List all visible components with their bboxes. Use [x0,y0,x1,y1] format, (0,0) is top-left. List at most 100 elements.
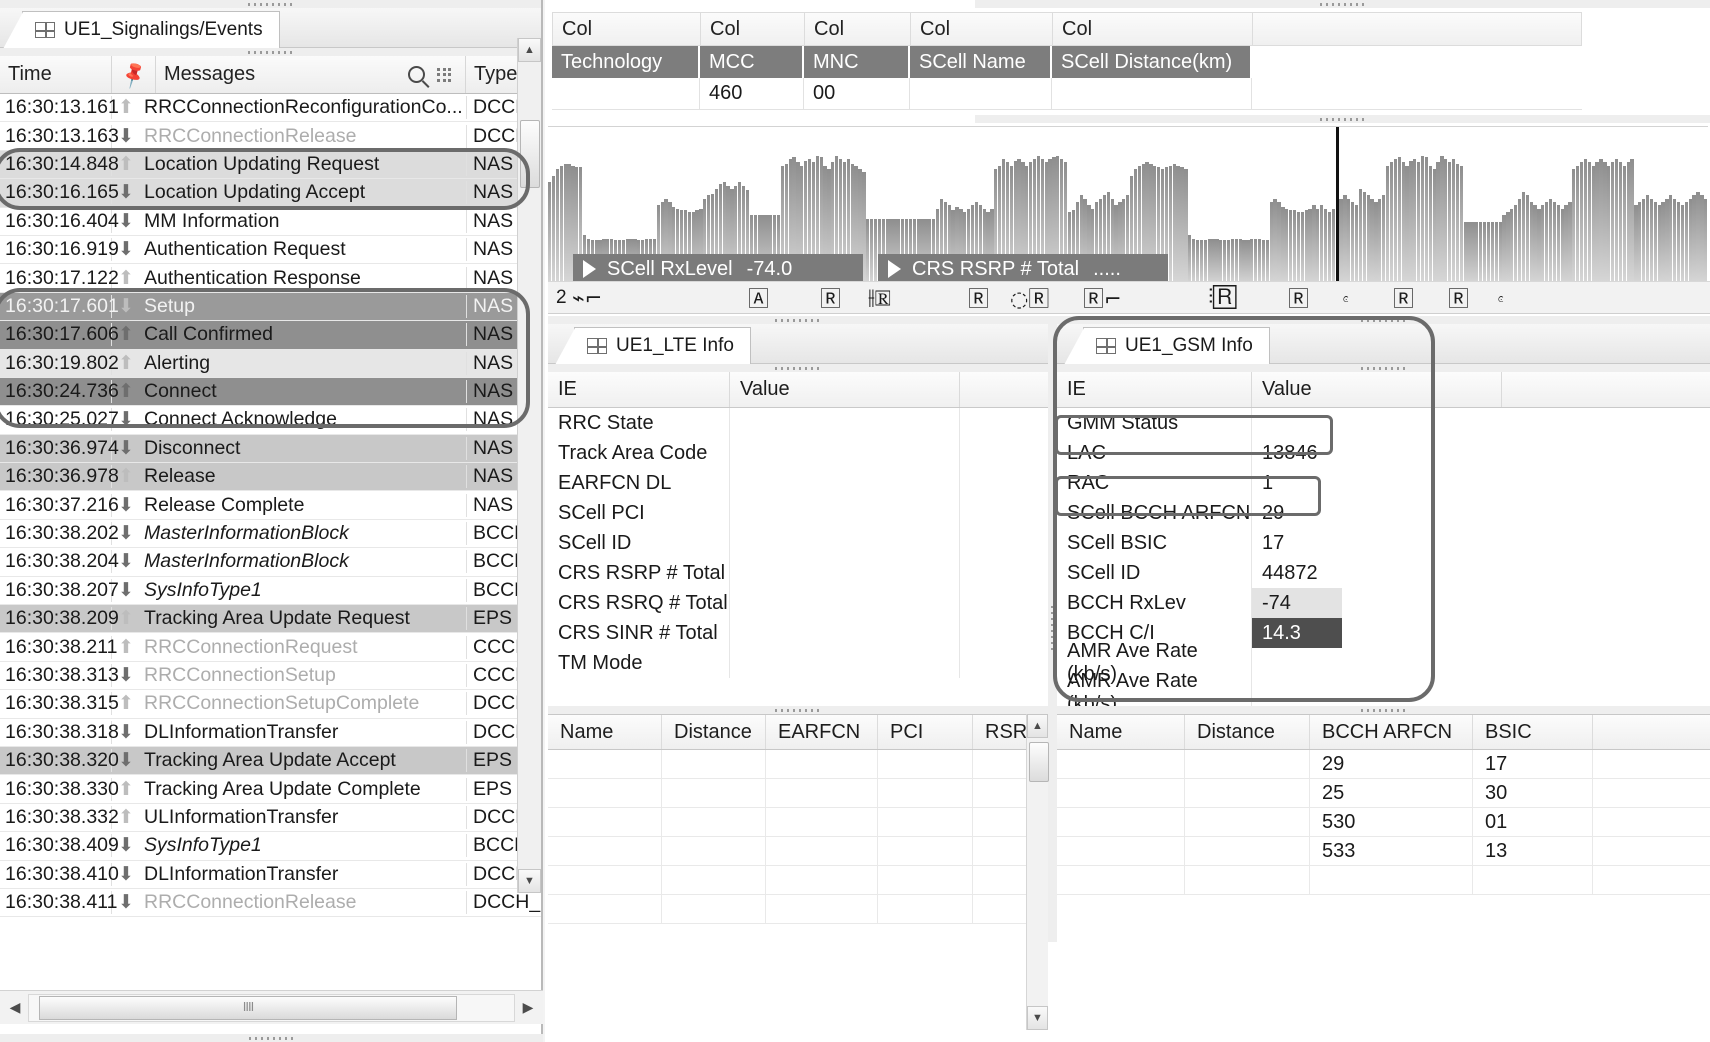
ruler-edge-icon[interactable]: 𝇊 [1498,285,1504,310]
chart-grip[interactable] [975,115,1710,123]
table-row[interactable]: 16:30:38.315RRCConnectionSetupCompleteDC… [0,690,541,719]
lte-nb-scroll-thumb[interactable] [1029,742,1049,782]
list-item[interactable]: Track Area Code [548,438,1048,468]
table-row[interactable]: 16:30:38.330 Tracking Area Update Complet… [0,775,541,804]
list-item[interactable]: RAC 1 [1057,468,1710,498]
table-row[interactable] [548,837,1048,866]
lte-nb-scroll-down[interactable]: ▼ [1027,1006,1048,1030]
table-row[interactable]: 533 13 [1057,837,1710,866]
lte-nb-scroll-up[interactable]: ▲ [1027,714,1048,738]
col-header-1[interactable]: Col [700,12,804,46]
col-header-4[interactable]: Col [1052,12,1252,46]
list-item[interactable]: GMM Status [1057,408,1710,438]
table-row[interactable] [548,779,1048,808]
text-marker-icon[interactable]: 🄰 [748,283,769,313]
gsm-info-rows[interactable]: GMM Status LAC 13846 RAC 1 SCell BCCH ARFCN 29… [1057,408,1710,715]
list-item[interactable]: SCell ID [548,528,1048,558]
signal-bar-chart[interactable]: SCell RxLevel -74.0 CRS RSRP # Total ...… [548,126,1708,284]
table-row[interactable]: 16:30:38.207SysInfoType1BCCH_ [0,577,541,606]
lte-bottom-grip[interactable] [548,706,1048,714]
curve-pan-icon[interactable]: ⌁⌐ [572,286,602,310]
table-row[interactable]: 16:30:38.411 RRCConnectionRelease DCCH_ [0,889,541,918]
table-row[interactable]: 16:30:38.204MasterInformationBlockBCCH_ [0,548,541,577]
table-row[interactable] [548,808,1048,837]
lte-header-ie[interactable]: IE [548,372,730,407]
table-row[interactable]: 16:30:19.802AlertingNAS CC [0,349,541,378]
table-row[interactable]: 16:30:38.410DLInformationTransferDCCH_ [0,861,541,889]
table-row[interactable]: 16:30:13.161 RRCConnectionReconfiguration… [0,94,541,123]
list-item[interactable]: CRS SINR # Total [548,618,1048,648]
gsm-nb-col-name[interactable]: Name [1057,715,1185,749]
hscroll-right-arrow[interactable]: ▶ [515,994,541,1022]
chart-cursor-line[interactable] [1335,127,1339,284]
table-row[interactable]: 16:30:38.313RRCConnectionSetupCCCH_ [0,662,541,691]
table-row[interactable]: 16:30:17.122Authentication ResponseNAS M… [0,264,541,293]
table-row[interactable]: 16:30:37.216Release CompleteNAS CC [0,491,541,520]
table-row[interactable]: 16:30:38.332ULInformationTransferDCCH_ [0,804,541,833]
list-item[interactable]: SCell BCCH ARFCN 29 [1057,498,1710,528]
table-row[interactable]: 16:30:24.736ConnectNAS CC [0,377,541,407]
table-row[interactable]: 530 01 [1057,808,1710,837]
pin-icon[interactable]: 📌 [112,56,156,93]
tab-ue1-signalings-events[interactable]: UE1_Signalings/Events [3,11,280,49]
loop-icon[interactable]: 𝇊 [1343,285,1349,310]
panel-grip-bottom[interactable] [0,1034,543,1042]
table-row[interactable]: 16:30:36.978ReleaseNAS CC [0,463,541,492]
info-panels-splitter[interactable] [1048,316,1057,942]
list-item[interactable]: CRS RSRQ # Total [548,588,1048,618]
table-row[interactable]: 16:30:14.848Location Updating RequestNAS… [0,150,541,180]
table-row[interactable]: 16:30:38.211RRCConnectionRequestCCCH_ [0,633,541,662]
gsm-nb-col-bsic[interactable]: BSIC [1473,715,1593,749]
grid-menu-icon[interactable] [437,67,451,82]
lte-neighbor-rows[interactable] [548,750,1048,924]
lte-nb-col-earfcn[interactable]: EARFCN [766,715,878,749]
table-row[interactable]: 29 17 [1057,750,1710,779]
table-row[interactable] [548,895,1048,924]
gsm-header-ie[interactable]: IE [1057,372,1252,407]
lte-nb-col-distance[interactable]: Distance [662,715,766,749]
table-row[interactable]: 16:30:17.606Call ConfirmedNAS CC [0,321,541,350]
list-item[interactable]: EARFCN DL [548,468,1048,498]
list-item[interactable]: SCell PCI [548,498,1048,528]
list-item[interactable]: AMR Ave Rate (kb/s) [1057,670,1710,715]
ruler-icon-4[interactable]: 🅁 [1448,283,1469,313]
ruler-icon-3[interactable]: 🅁 [1288,283,1309,313]
col-header-2[interactable]: Col [804,12,910,46]
table-row[interactable]: 25 30 [1057,779,1710,808]
table-row[interactable] [1057,866,1710,895]
lte-neighbor-table[interactable]: Name Distance EARFCN PCI RSR ▲ ▼ [548,714,1049,1030]
table-row[interactable]: 16:30:17.601SetupNAS CC [0,292,541,322]
hscroll-left-arrow[interactable]: ◀ [2,994,28,1022]
list-item[interactable]: TM Mode [548,648,1048,678]
table-row[interactable]: 16:30:38.409SysInfoType1BCCH_ [0,832,541,861]
col-header-messages[interactable]: Messages [156,56,466,93]
col-table-grip[interactable] [975,0,1710,8]
list-item[interactable]: CRS RSRP # Total [548,558,1048,588]
messages-horizontal-scrollbar[interactable]: ◀ ▶ [0,990,543,1024]
gsm-panel-grip[interactable] [1057,316,1710,324]
lte-panel-grip[interactable] [548,316,1048,324]
lte-info-rows[interactable]: RRC State Track Area Code EARFCN DL SCell P… [548,408,1048,678]
table-row[interactable] [548,866,1048,895]
gsm-neighbor-rows[interactable]: 29 17 25 30 530 01 533 13 [1057,750,1710,895]
lte-nb-col-rsr[interactable]: RSR [973,715,1027,749]
tab-ue1-gsm-info[interactable]: UE1_GSM Info [1064,327,1270,365]
table-row[interactable]: 16:30:38.209 Tracking Area Update Request… [0,605,541,634]
ruler-double-icon[interactable]: ⫲🅁 [868,285,891,310]
gsm-nb-col-arfcn[interactable]: BCCH ARFCN [1310,715,1473,749]
chart-icon-toolbar[interactable]: 2 ⌁⌐ 🄰 🅁 ⫲🅁 🅁 ◌🅁 🅁⌐ ⫶🅁 🅁 𝇊 🅁 🅁 𝇊 [548,281,1710,314]
messages-vertical-scrollbar[interactable]: ▲ ▼ [517,38,541,893]
ruler-marked-icon[interactable]: 🅁 [1393,283,1414,313]
list-item[interactable]: SCell ID 44872 [1057,558,1710,588]
ruler-icon-2[interactable]: 🅁 [968,283,989,313]
ruler-icon[interactable]: 🅁 [820,283,841,313]
col-header-0[interactable]: Col [552,12,700,46]
hscroll-thumb[interactable] [39,995,457,1020]
chart-legend-scell-rxlevel[interactable]: SCell RxLevel -74.0 [573,254,863,284]
messages-list[interactable]: 16:30:13.161 RRCConnectionReconfiguration… [0,94,541,949]
scroll-up-arrow[interactable]: ▲ [518,38,541,62]
panel-grip-top[interactable] [0,0,541,8]
gsm-header-value[interactable]: Value [1252,372,1502,407]
ruler-cluster-icon[interactable]: ⫶🅁 [1208,285,1236,310]
table-row[interactable]: 16:30:16.165Location Updating AcceptNAS … [0,179,541,208]
